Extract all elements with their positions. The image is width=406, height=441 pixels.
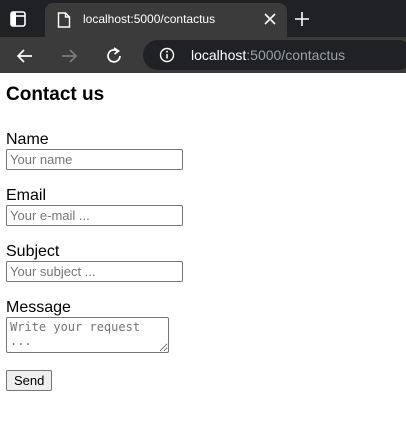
plus-icon[interactable] — [292, 9, 312, 29]
name-label: Name — [6, 131, 49, 148]
page-icon — [57, 12, 71, 28]
reload-icon[interactable] — [103, 45, 125, 67]
message-textarea[interactable] — [6, 317, 169, 353]
info-icon[interactable] — [159, 47, 175, 63]
browser-tab[interactable]: localhost:5000/contactus — [45, 3, 287, 37]
arrow-right-icon[interactable] — [58, 45, 80, 67]
close-icon[interactable] — [263, 12, 277, 26]
tab-actions-button[interactable] — [7, 8, 29, 30]
message-label: Message — [6, 299, 71, 316]
send-button[interactable]: Send — [6, 370, 53, 391]
tab-actions-icon — [10, 11, 26, 27]
contact-form: Name Email Subject Message Send — [6, 131, 400, 391]
name-input[interactable] — [6, 149, 183, 170]
url-host: localhost — [191, 47, 247, 63]
subject-input[interactable] — [6, 261, 183, 282]
contact-page: Contact us Name Email Subject Message Se… — [6, 84, 400, 391]
address-bar-url: localhost:5000/contactus — [191, 47, 345, 63]
address-bar[interactable]: localhost:5000/contactus — [143, 40, 406, 70]
url-path: :5000/contactus — [246, 47, 346, 63]
tab-title: localhost:5000/contactus — [83, 12, 216, 26]
subject-label: Subject — [6, 243, 60, 260]
email-label: Email — [6, 187, 47, 204]
email-input[interactable] — [6, 205, 183, 226]
browser-toolbar: localhost:5000/contactus — [0, 37, 406, 73]
page-title: Contact us — [6, 84, 105, 105]
arrow-left-icon[interactable] — [14, 45, 36, 67]
browser-tab-bar: localhost:5000/contactus — [0, 0, 406, 37]
